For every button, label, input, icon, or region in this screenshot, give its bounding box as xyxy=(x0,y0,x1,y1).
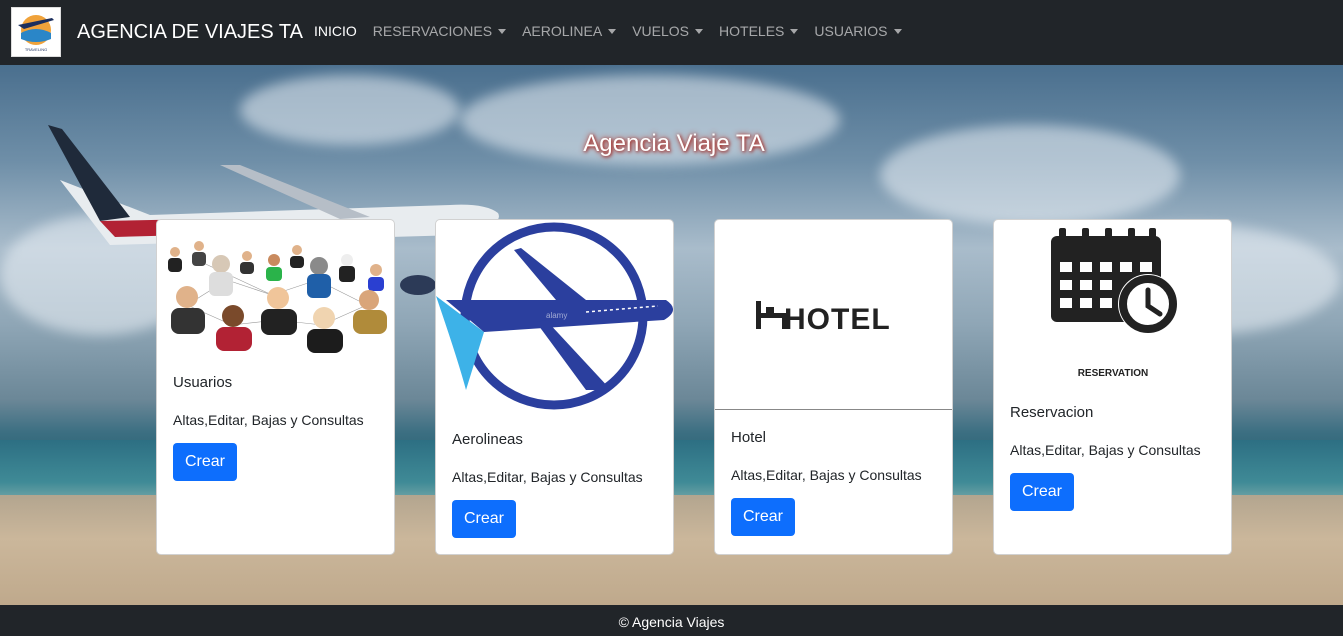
users-network-icon xyxy=(168,241,387,353)
airline-logo-icon: alamy xyxy=(436,222,673,410)
card-text: Altas,Editar, Bajas y Consultas xyxy=(1010,442,1201,458)
svg-text:alamy: alamy xyxy=(546,311,567,320)
nav-item-aerolinea[interactable]: AEROLINEA xyxy=(522,22,617,40)
caret-down-icon xyxy=(695,29,704,34)
nav-label: INICIO xyxy=(314,23,357,39)
top-navbar: TRAVELING AGENCIA DE VIAJES TA INICIO RE… xyxy=(0,0,1343,65)
nav-label: HOTELES xyxy=(719,23,785,39)
crear-hotel-button[interactable]: Crear xyxy=(731,498,795,536)
card-hotel: HOTEL Hotel Altas,Editar, Bajas y Consul… xyxy=(714,219,953,555)
svg-text:RESERVATION: RESERVATION xyxy=(1078,368,1149,379)
caret-down-icon xyxy=(893,29,902,34)
card-title: Reservacion xyxy=(1010,404,1094,421)
nav-item-vuelos[interactable]: VUELOS xyxy=(632,22,704,40)
hero-title: Agencia Viaje TA xyxy=(583,130,765,157)
card-aerolineas: alamy Aerolineas Altas,Editar, Bajas y C… xyxy=(435,219,674,555)
brand-name[interactable]: AGENCIA DE VIAJES TA xyxy=(77,19,303,45)
calendar-clock-icon: RESERVATION xyxy=(1051,228,1178,379)
crear-usuarios-button[interactable]: Crear xyxy=(173,443,237,481)
nav-item-hoteles[interactable]: HOTELES xyxy=(719,22,799,40)
card-image: RESERVATION xyxy=(994,220,1231,390)
svg-text:HOTEL: HOTEL xyxy=(784,303,891,335)
caret-down-icon xyxy=(790,29,799,34)
card-title: Hotel xyxy=(731,429,767,446)
nav-label: VUELOS xyxy=(632,23,690,39)
main-nav: INICIO RESERVACIONES AEROLINEA VUELOS HO… xyxy=(314,22,918,40)
card-image xyxy=(157,220,394,360)
crear-aerolineas-button[interactable]: Crear xyxy=(452,500,516,538)
nav-item-reservaciones[interactable]: RESERVACIONES xyxy=(372,22,507,40)
card-reservacion: RESERVATION Reservacion Altas,Editar, Ba… xyxy=(993,219,1232,555)
card-title: Usuarios xyxy=(173,374,233,391)
nav-label: RESERVACIONES xyxy=(372,23,493,39)
card-text: Altas,Editar, Bajas y Consultas xyxy=(452,469,643,485)
nav-label: USUARIOS xyxy=(814,23,888,39)
hotel-bed-icon: HOTEL xyxy=(755,300,891,335)
caret-down-icon xyxy=(498,29,507,34)
card-image: alamy xyxy=(436,220,673,416)
travel-logo-icon: TRAVELING xyxy=(17,15,55,52)
card-usuarios: Usuarios Altas,Editar, Bajas y Consultas… xyxy=(156,219,395,555)
footer-text: © Agencia Viajes xyxy=(618,614,725,630)
card-image: HOTEL xyxy=(715,220,952,410)
crear-reservacion-button[interactable]: Crear xyxy=(1010,473,1074,511)
footer: © Agencia Viajes xyxy=(0,605,1343,636)
nav-label: AEROLINEA xyxy=(522,23,603,39)
card-title: Aerolineas xyxy=(452,431,523,448)
brand-logo[interactable]: TRAVELING xyxy=(11,7,61,57)
card-text: Altas,Editar, Bajas y Consultas xyxy=(173,412,364,428)
card-text: Altas,Editar, Bajas y Consultas xyxy=(731,467,922,483)
nav-item-inicio[interactable]: INICIO xyxy=(314,22,357,40)
caret-down-icon xyxy=(608,29,617,34)
svg-text:TRAVELING: TRAVELING xyxy=(25,47,47,52)
nav-item-usuarios[interactable]: USUARIOS xyxy=(814,22,902,40)
